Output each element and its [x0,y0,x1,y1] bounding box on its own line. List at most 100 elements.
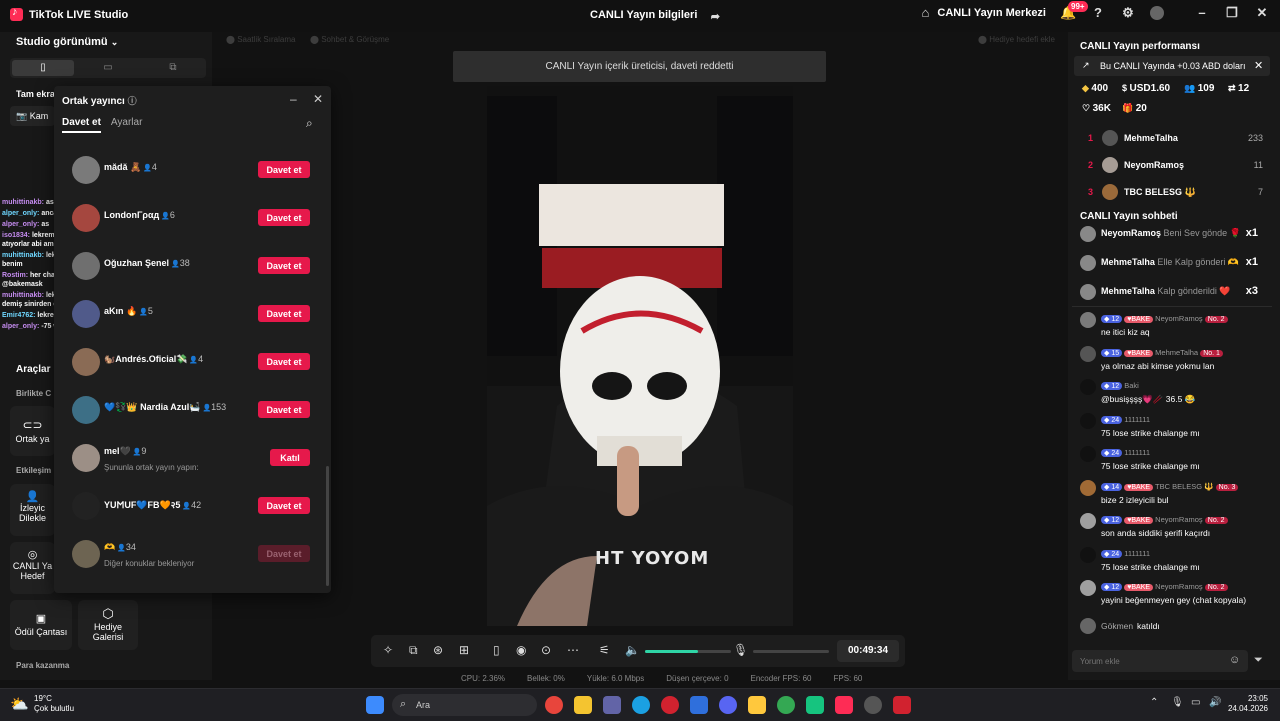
stat-item: Düşen çerçeve: 0 [666,674,728,683]
more-icon[interactable]: ⋯ [567,643,579,657]
level-value: 24 [1111,450,1120,457]
folder-icon[interactable] [748,696,766,714]
invite-button[interactable]: Davet et [258,497,310,514]
tray-chevron-icon[interactable]: ⌃ [1150,697,1158,708]
speaker-volume-slider[interactable] [645,650,731,653]
level-value: 12 [1111,584,1120,591]
popup-scrollbar[interactable] [326,466,329,586]
mic-volume-slider[interactable] [753,650,829,653]
filter-icon[interactable]: ⏷ [1254,654,1263,667]
gift-count: x1 [1245,256,1258,268]
screen-share-icon[interactable]: ⧉ [409,643,418,658]
maximize-icon[interactable]: ❐ [1224,5,1240,21]
start-menu-icon[interactable] [366,696,384,714]
rank-value: 11 [1253,160,1263,170]
gift-icon: 🫶 [1225,257,1240,267]
minimize-popup-icon[interactable]: – [290,92,297,106]
ranking-row[interactable]: 1 MehmeTalha 233 [1088,128,1263,150]
ranking-row[interactable]: 3 TBC BELESG 🔱 7 [1088,182,1263,204]
effects-icon[interactable]: ⊛ [433,643,443,657]
tab-settings[interactable]: Ayarlar [111,117,143,133]
steam-icon[interactable] [864,696,882,714]
ranking-row[interactable]: 2 NeyomRamoş 11 [1088,155,1263,177]
invite-button[interactable]: Davet et [258,353,310,370]
rank-badge: No. 2 [1204,316,1228,323]
share-icon[interactable]: ➦ [707,9,723,25]
add-source-icon[interactable]: ⊞ [459,643,469,657]
search-box[interactable]: ⌕ Ara [392,694,537,716]
fan-badge-text: BAKE [1131,584,1151,591]
reward-bag-tool[interactable]: ▣ Ödül Çantası [10,600,72,650]
level-badge: ◆ 24 [1101,549,1123,558]
cohost-name: YU𐌑UF💙FB🧡२5 👤42 [104,498,201,511]
stat-value: 6.0 Mbps [611,674,645,683]
tray-mic-icon[interactable]: 🎙 [1171,697,1184,708]
avatar [72,300,100,328]
phone-icon[interactable]: ▯ [493,643,500,657]
comment-text: yayini beğenmeyen gey (chat kopyala) [1101,595,1247,605]
gear-icon[interactable]: ⚙ [1120,5,1136,21]
join-button[interactable]: Katıl [270,449,310,466]
emoji-icon[interactable]: ☺ [1229,654,1240,666]
cohost-subtext: Diğer konuklar bekleniyor [104,559,195,568]
landscape-layout-button[interactable]: ▭ [77,60,139,76]
search-icon[interactable]: ⌕ [306,116,313,131]
live-center-button[interactable]: ⌂ CANLI Yayın Merkezi [917,5,1046,21]
close-icon[interactable]: ✕ [1254,5,1270,21]
portrait-layout-button[interactable]: ▯ [12,60,74,76]
tray-volume-icon[interactable]: 🔊 [1209,697,1221,708]
comment-text: 75 lose strike chalange mı [1101,561,1200,572]
teams-icon[interactable] [603,696,621,714]
invite-button[interactable]: Davet et [258,209,310,226]
viewer-requests-tool[interactable]: 👤 İzleyic Dilekle [10,484,55,536]
gift-gallery-tool[interactable]: ⬡ Hediye Galerisi [78,600,138,650]
microphone-icon[interactable]: 🎙 [733,643,748,657]
youtube-icon[interactable] [893,696,911,714]
live-info-title[interactable]: CANLI Yayın bilgileri ➦ [590,9,723,25]
close-banner-icon[interactable]: ✕ [1254,59,1263,72]
help-icon[interactable]: ? [1090,5,1106,21]
avatar[interactable] [1150,6,1164,20]
opera-icon[interactable] [661,696,679,714]
discord-icon[interactable] [719,696,737,714]
close-popup-icon[interactable]: ✕ [313,92,323,106]
sliders-icon[interactable]: ⚟ [599,643,610,657]
camera-target-icon[interactable]: ⊙ [541,643,551,657]
info-icon[interactable]: ⓘ [128,96,137,106]
invite-button[interactable]: Davet et [258,305,310,322]
follower-count: 4 [198,354,204,364]
invite-button[interactable]: Davet et [258,257,310,274]
tray-monitor-icon[interactable]: ▭ [1191,697,1200,708]
magic-wand-icon[interactable]: ✧ [383,643,393,657]
fan-badge: ♥BAKE [1124,517,1154,524]
comment-text: son anda siddiki şerifi kaçırdı [1101,528,1211,538]
speaker-icon[interactable]: 🔈 [625,643,640,657]
camera-source-button[interactable]: 📷 Kam [10,106,55,126]
clock[interactable]: 23:05 24.04.2026 [1222,694,1268,714]
minimize-icon[interactable]: – [1194,5,1210,21]
avatar [1080,546,1096,563]
live-goal-tool[interactable]: ◎ CANLI Ya Hedef [10,542,55,594]
invite-button[interactable]: Davet et [258,401,310,418]
weather-widget[interactable]: 19°C Çok bulutlu [34,694,74,714]
notification-toast: CANLI Yayın içerik üreticisi, daveti red… [453,51,826,82]
multi-layout-button[interactable]: ⧉ [142,60,204,76]
comment-input[interactable] [1072,650,1248,672]
store-icon[interactable] [690,696,708,714]
invite-button[interactable]: Davet et [258,161,310,178]
record-icon[interactable]: ◉ [516,643,526,657]
tab-invite[interactable]: Davet et [62,117,101,133]
notification-button[interactable]: 🔔 99+ [1060,1,1088,21]
chrome-2-icon[interactable] [777,696,795,714]
gift-text: MehmeTalha Elle Kalp gönderi 🫶 [1101,257,1239,268]
studio-view-dropdown[interactable]: Studio görünümü ⌄ [16,36,118,48]
overlay-chat-user: alper_only: [2,221,40,228]
cohost-candidate-row: Oğuzhan Şenel 👤38 Davet et [72,249,312,283]
chrome-icon[interactable] [545,696,563,714]
tiktok-live-taskbar-icon[interactable] [835,696,853,714]
cohost-tool[interactable]: ⊂⊃ Ortak ya [10,406,55,456]
app-icon[interactable] [806,696,824,714]
avatar [1080,412,1096,429]
gallery-icon[interactable] [574,696,592,714]
edge-icon[interactable] [632,696,650,714]
